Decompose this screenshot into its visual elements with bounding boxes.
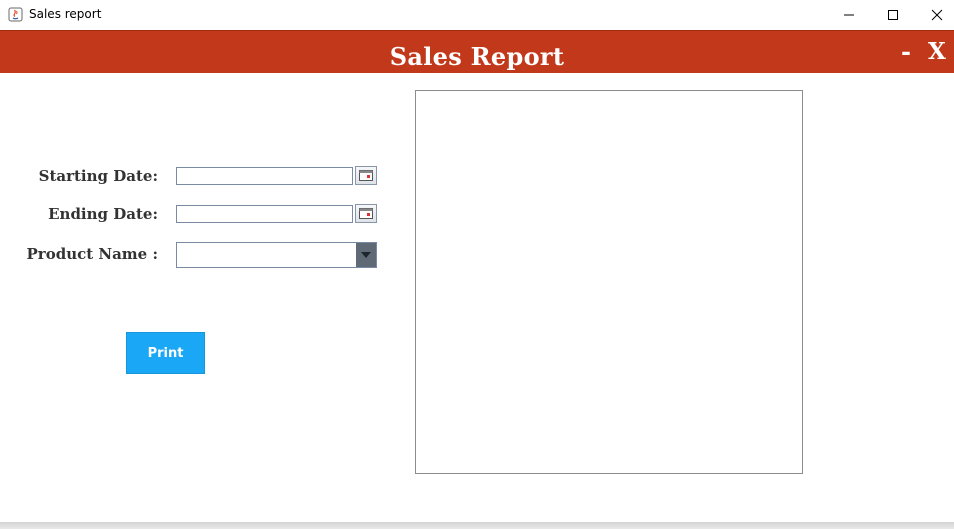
page-title: Sales Report — [389, 42, 565, 71]
window-title: Sales report — [29, 7, 102, 21]
calendar-icon — [359, 208, 373, 219]
ending-date-label: Ending Date: — [48, 205, 158, 223]
report-preview-panel — [415, 90, 803, 474]
window-maximize-button[interactable] — [870, 0, 916, 30]
calendar-icon — [359, 170, 373, 181]
maximize-icon — [888, 10, 898, 20]
window-close-button[interactable] — [914, 0, 954, 30]
product-dropdown-button[interactable] — [356, 243, 376, 267]
minimize-icon — [844, 14, 854, 16]
print-button[interactable]: Print — [126, 332, 205, 374]
close-icon — [931, 9, 943, 21]
header-minimize-button[interactable]: - — [901, 37, 911, 66]
ending-date-field[interactable] — [176, 205, 353, 223]
starting-date-field[interactable] — [176, 167, 353, 185]
starting-date-calendar-button[interactable] — [355, 166, 377, 185]
starting-date-label: Starting Date: — [38, 167, 158, 185]
chevron-down-icon — [361, 252, 371, 258]
window-bottom-edge — [0, 522, 954, 529]
window-titlebar: Sales report — [0, 0, 954, 30]
java-app-icon — [8, 7, 23, 22]
header-banner: Sales Report - X — [0, 30, 954, 73]
ending-date-calendar-button[interactable] — [355, 204, 377, 223]
window-minimize-button[interactable] — [826, 0, 872, 30]
header-close-button[interactable]: X — [928, 38, 946, 65]
product-name-label: Product Name : — [26, 245, 158, 263]
product-name-select[interactable] — [176, 242, 377, 268]
